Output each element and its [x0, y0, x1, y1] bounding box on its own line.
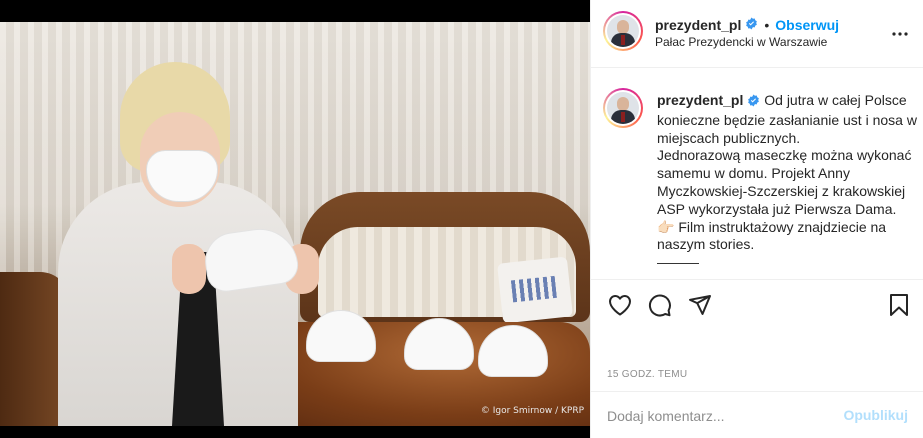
post-photo-container[interactable]: © Igor Smirnow / KPRP	[0, 0, 590, 438]
verified-badge-icon	[747, 94, 760, 112]
photo-credit: © Igor Smirnow / KPRP	[480, 406, 584, 416]
comment-input[interactable]	[607, 406, 837, 426]
follow-button[interactable]: Obserwuj	[775, 17, 839, 33]
actions-bar: 15 godz. temu	[591, 279, 923, 380]
post-side-panel: prezydent_pl • Obserwuj Pałac Prezydenck…	[590, 0, 923, 438]
header-username[interactable]: prezydent_pl	[655, 17, 741, 33]
photo-hand-left	[172, 244, 206, 294]
add-comment-bar: Opublikuj	[591, 391, 923, 438]
location-link[interactable]: Pałac Prezydencki w Warszawie	[655, 35, 827, 49]
bookmark-icon[interactable]	[886, 292, 912, 318]
post-timestamp[interactable]: 15 godz. temu	[607, 369, 687, 380]
comment-icon[interactable]	[647, 292, 673, 318]
header-user-row: prezydent_pl • Obserwuj	[655, 17, 839, 33]
more-options-icon[interactable]	[888, 22, 912, 46]
heart-icon[interactable]	[607, 292, 633, 318]
comments-area[interactable]: prezydent_pl Od jutra w całej Polsce kon…	[591, 69, 923, 278]
photo-pillow	[497, 256, 573, 324]
paper-plane-icon[interactable]	[687, 292, 713, 318]
separator-dot: •	[764, 17, 770, 33]
caption-text: Od jutra w całej Polsce konieczne będzie…	[657, 92, 917, 271]
post-header: prezydent_pl • Obserwuj Pałac Prezydenck…	[591, 0, 923, 68]
caption-username[interactable]: prezydent_pl	[657, 92, 743, 108]
caption-avatar[interactable]	[603, 88, 643, 128]
post-photo[interactable]: © Igor Smirnow / KPRP	[0, 22, 590, 426]
profile-avatar[interactable]	[603, 11, 643, 51]
caption: prezydent_pl Od jutra w całej Polsce kon…	[657, 92, 919, 272]
publish-button[interactable]: Opublikuj	[843, 407, 908, 423]
verified-badge-icon	[745, 17, 758, 33]
